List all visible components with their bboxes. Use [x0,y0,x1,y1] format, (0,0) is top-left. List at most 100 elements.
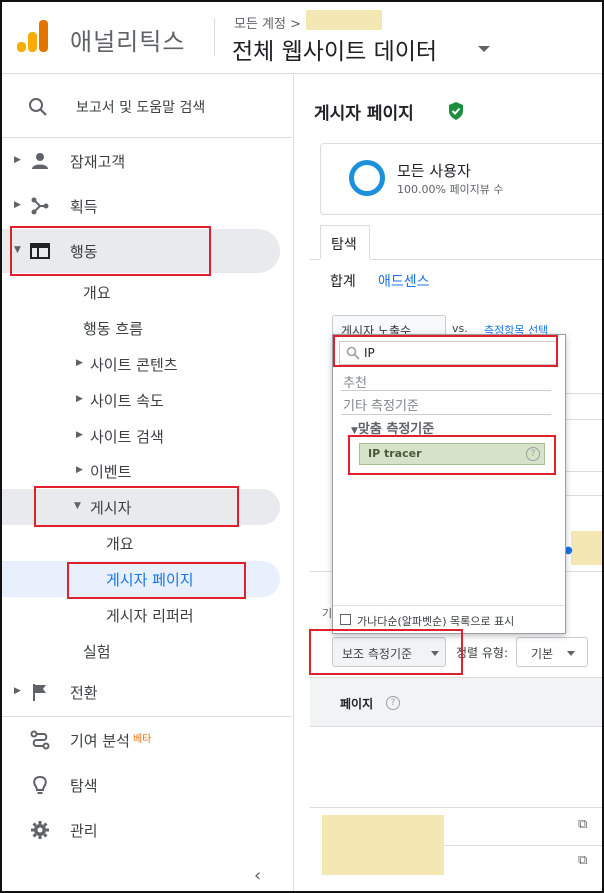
caret-right-icon: ▶ [14,155,21,165]
sidebar-item-conversions[interactable]: ▶ 전환 [2,674,292,710]
sidebar: 보고서 및 도움말 검색 ▶ 잠재고객 ▶ 획득 ▼ 행동 개요 행동 흐름 ▶… [2,75,292,891]
sidebar-item-experiments[interactable]: 실험 [2,636,292,666]
lightbulb-icon [33,775,47,794]
segment-card[interactable]: 모든 사용자 100.00% 페이지뷰 수 [320,143,602,215]
sidebar-item-audience[interactable]: ▶ 잠재고객 [2,143,292,179]
sidebar-item-discover[interactable]: 탐색 [2,767,292,803]
popup-divider [341,390,551,391]
verified-shield-icon [449,102,463,120]
table-row-divider [310,807,602,808]
collapse-sidebar-icon[interactable]: ‹ [254,865,261,886]
sidebar-item-label: 게시자 리퍼러 [106,607,194,625]
caret-right-icon: ▶ [76,394,83,404]
sidebar-search-label: 보고서 및 도움말 검색 [76,100,206,116]
sidebar-item-site-content[interactable]: ▶ 사이트 콘텐츠 [2,349,292,379]
chart-gridline [564,393,602,394]
sidebar-item-label: 사이트 검색 [90,428,164,446]
sidebar-item-behavior-flow[interactable]: 행동 흐름 [2,313,292,343]
sidebar-item-publisher-overview[interactable]: 개요 [2,528,292,558]
breadcrumb[interactable]: 모든 계정 > [234,13,301,32]
beta-badge: 베타 [132,734,152,745]
redacted-account-name [306,10,382,30]
sidebar-search[interactable]: 보고서 및 도움말 검색 [2,93,292,123]
help-icon[interactable]: ? [386,696,400,710]
sidebar-item-label: 기여 분석 베타 [70,732,152,750]
sort-type-select[interactable]: 기본 [516,637,588,667]
sidebar-item-label: 관리 [70,822,98,840]
app-window: 애널리틱스 모든 계정 > 전체 웹사이트 데이터 보고서 및 도움말 검색 ▶… [0,0,604,893]
sidebar-item-label: 사이트 콘텐츠 [90,356,178,374]
sidebar-item-site-speed[interactable]: ▶ 사이트 속도 [2,385,292,415]
sidebar-item-site-search[interactable]: ▶ 사이트 검색 [2,421,292,451]
sidebar-item-behavior-overview[interactable]: 개요 [2,277,292,307]
search-icon [29,98,47,116]
sidebar-item-label: 획득 [70,198,98,216]
open-external-icon[interactable]: ⧉ [578,817,587,832]
caret-right-icon: ▶ [14,686,21,696]
segment-subtitle: 100.00% 페이지뷰 수 [397,183,504,196]
sidebar-item-publisher-referrers[interactable]: 게시자 리퍼러 [2,600,292,630]
sidebar-item-acquisition[interactable]: ▶ 획득 [2,188,292,224]
flag-icon [33,684,46,701]
sidebar-divider [2,137,292,138]
redacted-chart-region [571,531,602,565]
sidebar-item-admin[interactable]: 관리 [2,812,292,848]
header: 애널리틱스 모든 계정 > 전체 웹사이트 데이터 [2,2,602,74]
chevron-down-icon[interactable] [478,46,490,52]
alphabetical-label: 가나다순(알파벳순) 목록으로 표시 [357,615,515,628]
caret-right-icon: ▶ [14,200,21,210]
header-divider [214,18,215,56]
sort-type-value: 기본 [531,647,554,661]
popup-divider [341,414,551,415]
chart-gridline [564,419,602,420]
sidebar-divider [2,716,292,717]
table-header: 페이지 ? [310,677,602,727]
redacted-table-rows [322,815,444,875]
page-title: 게시자 페이지 [314,104,414,124]
caret-right-icon: ▶ [76,358,83,368]
sidebar-item-label: 전환 [70,684,98,702]
sidebar-item-attribution[interactable]: 기여 분석 베타 [2,722,292,758]
chart-gridline [564,471,602,472]
dimension-dropdown: 추천 기타 측정기준 ▼맞춤 측정기준 IP tracer ? 가나다순(알파벳… [332,334,566,634]
segment-ring-icon [349,160,385,196]
app-name: 애널리틱스 [70,28,186,56]
sort-type-label: 정렬 유형: [456,646,509,660]
chart-gridline [564,495,602,496]
sidebar-item-label: 행동 흐름 [83,320,143,338]
table-row-divider [444,845,602,846]
analytics-logo-icon [17,20,49,54]
segment-name: 모든 사용자 [397,162,471,180]
tab-explorer[interactable]: 탐색 [320,225,370,260]
sidebar-item-events[interactable]: ▶ 이벤트 [2,456,292,486]
caret-right-icon: ▶ [76,465,83,475]
sidebar-item-label: 탐색 [70,777,98,795]
view-selector[interactable]: 전체 웹사이트 데이터 [232,32,437,66]
annotation-box-behavior [10,226,211,276]
open-external-icon[interactable]: ⧉ [578,853,587,868]
sidebar-item-label: 실험 [83,643,111,661]
annotation-box-publisher-pages [67,562,246,599]
sidebar-item-label: 사이트 속도 [90,392,164,410]
annotation-box-secondary-dimension [309,629,463,675]
acquisition-icon [31,197,49,215]
caret-right-icon: ▶ [76,430,83,440]
subtab-adsense[interactable]: 애드센스 [378,271,430,291]
alphabetical-checkbox[interactable] [340,614,351,625]
annotation-box-search [333,335,558,367]
attribution-path-icon [30,730,50,750]
recommended-header: 추천 [343,376,367,391]
column-header-page[interactable]: 페이지 [340,695,373,712]
gear-icon [31,821,49,839]
other-dimensions-header: 기타 측정기준 [343,399,419,414]
tab-label: 탐색 [331,237,357,253]
sidebar-item-label: 개요 [83,284,111,302]
annotation-box-ip-tracer [348,435,556,475]
chevron-down-icon [567,651,575,656]
person-icon [32,153,48,169]
subtab-summary[interactable]: 합계 [330,271,356,291]
sidebar-item-label: 이벤트 [90,463,132,481]
truncated-label: 기 [322,607,333,620]
sidebar-item-label: 잠재고객 [70,153,126,171]
annotation-box-publisher [34,486,239,527]
